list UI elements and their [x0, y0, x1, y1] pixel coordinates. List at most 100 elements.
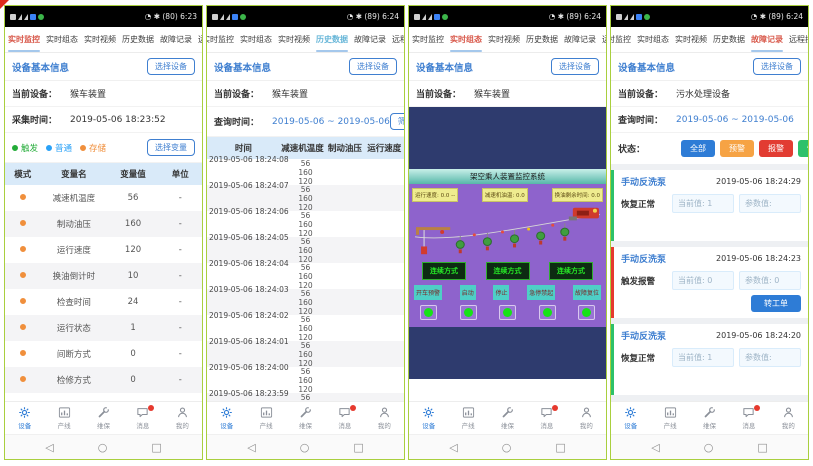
nav-production-line[interactable]: 产线	[448, 402, 487, 434]
select-device-button[interactable]: 选择设备	[753, 58, 801, 75]
android-back-button[interactable]: ◁	[651, 442, 659, 453]
nav-message[interactable]: 消息	[325, 402, 364, 434]
nav-maintenance[interactable]: 维保	[488, 402, 527, 434]
tab-realtime-config[interactable]: 实时组态	[634, 27, 672, 52]
normal-radio-icon[interactable]	[46, 145, 52, 151]
start-warning-button[interactable]: 开车预警	[414, 285, 442, 300]
mode-button[interactable]: 连续方式	[486, 262, 530, 280]
nav-mine[interactable]: 我的	[769, 402, 808, 434]
nav-mine[interactable]: 我的	[365, 402, 404, 434]
nav-maintenance[interactable]: 维保	[286, 402, 325, 434]
tab-fault-record[interactable]: 故障记录	[561, 27, 599, 52]
tab-remote-control[interactable]: 远程控制	[389, 27, 404, 52]
filter-alarm-button[interactable]: 报警	[759, 140, 793, 157]
android-recent-button[interactable]: □	[353, 442, 363, 453]
record-name: 手动反洗泵	[621, 252, 666, 265]
tab-realtime-config[interactable]: 实时组态	[447, 27, 485, 52]
indicator-lamp[interactable]	[460, 305, 477, 320]
android-recent-button[interactable]: □	[555, 442, 565, 453]
mode-button[interactable]: 连续方式	[549, 262, 593, 280]
trigger-radio-icon[interactable]	[12, 145, 18, 151]
tab-realtime-config[interactable]: 实时组态	[43, 27, 81, 52]
nav-maintenance[interactable]: 维保	[84, 402, 123, 434]
tab-fault-record[interactable]: 故障记录	[748, 27, 786, 52]
tab-realtime-video[interactable]: 实时视频	[672, 27, 710, 52]
filter-warning-button[interactable]: 预警	[720, 140, 754, 157]
message-badge	[350, 405, 356, 411]
stop-button[interactable]: 停止	[493, 285, 509, 300]
android-home-button[interactable]: ○	[300, 442, 310, 453]
tab-realtime-video[interactable]: 实时视频	[485, 27, 523, 52]
select-device-button[interactable]: 选择设备	[147, 58, 195, 75]
fault-record-card[interactable]: 手动反洗泵 2019-05-06 18:24:23 触发报警 当前值: 0 参数…	[611, 247, 808, 318]
tab-realtime-video[interactable]: 实时视频	[81, 27, 119, 52]
indicator-lamp[interactable]	[420, 305, 437, 320]
row-pressure: 160	[207, 298, 404, 307]
mode-button[interactable]: 连续方式	[422, 262, 466, 280]
col-run-speed: 运行速度	[365, 142, 404, 154]
android-recent-button[interactable]: □	[151, 442, 161, 453]
tab-realtime-config[interactable]: 实时组态	[237, 27, 275, 52]
tab-realtime-monitor[interactable]: 实时监控	[5, 27, 43, 52]
nav-message[interactable]: 消息	[527, 402, 566, 434]
nav-maintenance[interactable]: 维保	[690, 402, 729, 434]
android-back-button[interactable]: ◁	[247, 442, 255, 453]
record-current-value: 当前值: 0	[672, 271, 734, 290]
current-device-row: 当前设备： 猴车装置	[207, 81, 404, 107]
tab-realtime-monitor[interactable]: 实时监控	[207, 27, 237, 52]
tab-history-data[interactable]: 历史数据	[710, 27, 748, 52]
tab-history-data[interactable]: 历史数据	[313, 27, 351, 52]
scada-indicators	[412, 305, 603, 320]
nav-mine[interactable]: 我的	[567, 402, 606, 434]
select-variable-button[interactable]: 选择变量	[147, 139, 195, 156]
tab-remote-control[interactable]: 远程控制	[195, 27, 202, 52]
filter-all-button[interactable]: 全部	[681, 140, 715, 157]
nav-production-line[interactable]: 产线	[44, 402, 83, 434]
tab-history-data[interactable]: 历史数据	[523, 27, 561, 52]
tab-history-data[interactable]: 历史数据	[119, 27, 157, 52]
select-device-button[interactable]: 选择设备	[349, 58, 397, 75]
android-nav-bar: ◁ ○ □	[611, 434, 808, 459]
indicator-lamp[interactable]	[539, 305, 556, 320]
filter-recover-button[interactable]: 恢复	[798, 140, 808, 157]
android-home-button[interactable]: ○	[704, 442, 714, 453]
nav-message[interactable]: 消息	[123, 402, 162, 434]
query-time-value[interactable]: 2019-05-06 ~ 2019-05-06	[676, 115, 794, 125]
fault-reset-button[interactable]: 故障复位	[573, 285, 601, 300]
tab-remote-control[interactable]: 远程控制	[599, 27, 606, 52]
nav-message[interactable]: 消息	[729, 402, 768, 434]
store-radio-icon[interactable]	[80, 145, 86, 151]
filter-button[interactable]: 筛选	[390, 113, 404, 130]
select-device-button[interactable]: 选择设备	[551, 58, 599, 75]
android-back-button[interactable]: ◁	[45, 442, 53, 453]
row-pressure: 160	[207, 168, 404, 177]
row-unit: -	[159, 349, 202, 359]
android-recent-button[interactable]: □	[757, 442, 767, 453]
nav-device[interactable]: 设备	[409, 402, 448, 434]
nav-device[interactable]: 设备	[5, 402, 44, 434]
nav-device-label: 设备	[18, 420, 31, 430]
nav-device[interactable]: 设备	[611, 402, 650, 434]
tab-fault-record[interactable]: 故障记录	[157, 27, 195, 52]
tab-remote-control[interactable]: 远程控制	[786, 27, 808, 52]
tab-realtime-monitor[interactable]: 实时监控	[409, 27, 447, 52]
nav-mine[interactable]: 我的	[163, 402, 202, 434]
indicator-lamp[interactable]	[499, 305, 516, 320]
query-time-value[interactable]: 2019-05-06 ~ 2019-05-06	[272, 117, 390, 127]
tab-fault-record[interactable]: 故障记录	[351, 27, 389, 52]
indicator-lamp[interactable]	[578, 305, 595, 320]
android-home-button[interactable]: ○	[98, 442, 108, 453]
android-back-button[interactable]: ◁	[449, 442, 457, 453]
to-work-order-button[interactable]: 转工单	[751, 295, 801, 312]
estop-release-button[interactable]: 急停禁起	[527, 285, 555, 300]
fault-record-card[interactable]: 手动反洗泵 2019-05-06 18:24:20 恢复正常 当前值: 1 参数…	[611, 324, 808, 395]
android-home-button[interactable]: ○	[502, 442, 512, 453]
tab-realtime-monitor[interactable]: 实时监控	[611, 27, 634, 52]
tab-realtime-video[interactable]: 实时视频	[275, 27, 313, 52]
nav-production-line[interactable]: 产线	[246, 402, 285, 434]
start-button[interactable]: 启动	[460, 285, 476, 300]
fault-record-card[interactable]: 手动反洗泵 2019-05-06 18:24:29 恢复正常 当前值: 1 参数…	[611, 170, 808, 241]
nav-device[interactable]: 设备	[207, 402, 246, 434]
page-content: 设备基本信息 选择设备 当前设备： 污水处理设备 查询时间： 2019-05-0…	[611, 53, 808, 401]
nav-production-line[interactable]: 产线	[650, 402, 689, 434]
